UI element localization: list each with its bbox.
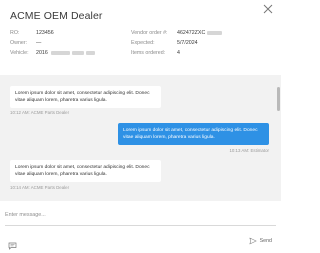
scrollbar-thumb[interactable]: [277, 87, 280, 111]
ro-label: RO:: [10, 30, 20, 36]
details-row-3: Vehicle: 2016 Items ordered: 4: [10, 50, 275, 59]
send-label: Send: [259, 238, 272, 244]
message-input[interactable]: [5, 209, 270, 220]
details-row-2: Owner: — Expected: 5/7/2024: [10, 40, 275, 49]
chat-bubble-icon: [8, 242, 17, 250]
redacted-text: [71, 50, 84, 55]
message-thread[interactable]: Lorem ipsum dolor sit amet, consectetur …: [0, 75, 281, 201]
message-bubble-incoming: Lorem ipsum dolor sit amet, consectetur …: [10, 86, 161, 108]
items-ordered-label: Items ordered:: [131, 50, 166, 56]
chat-bubble-button[interactable]: [8, 237, 17, 250]
message-bubble-incoming: Lorem ipsum dolor sit amet, consectetur …: [10, 160, 161, 182]
owner-value: —: [36, 40, 42, 46]
redacted-text: [50, 50, 70, 55]
details-row-1: RO: 123456 Vendor order #: 462472ZXC: [10, 30, 275, 39]
redacted-text: [85, 50, 95, 55]
expected-label: Expected:: [131, 40, 155, 46]
send-button[interactable]: Send: [249, 236, 272, 246]
message-composer: Send: [0, 201, 281, 253]
vehicle-value: 2016: [36, 50, 95, 56]
vehicle-label: Vehicle:: [10, 50, 29, 56]
message-meta: 10:12 AM: ACME Parts Dealer: [10, 110, 70, 115]
message-meta: 10:14 AM: ACME Parts Dealer: [10, 185, 70, 190]
send-icon: [249, 237, 257, 245]
message-bubble-outgoing: Lorem ipsum dolor sit amet, consectetur …: [118, 123, 269, 145]
expected-date: 5/7/2024: [177, 40, 198, 46]
vendor-chat-dialog: ACME OEM Dealer RO: 123456 Vendor order …: [0, 0, 281, 253]
close-button[interactable]: [262, 3, 274, 15]
input-underline: [5, 225, 276, 226]
ro-value: 123456: [36, 30, 54, 36]
close-icon: [263, 4, 273, 14]
owner-label: Owner:: [10, 40, 28, 46]
dialog-title: ACME OEM Dealer: [10, 10, 103, 22]
items-ordered-value: 4: [177, 50, 180, 56]
message-meta: 10:13 AM: Estimator: [229, 148, 269, 153]
redacted-text: [207, 30, 223, 35]
vendor-order-number: 462472ZXC: [177, 30, 223, 36]
vendor-order-label: Vendor order #:: [131, 30, 168, 36]
